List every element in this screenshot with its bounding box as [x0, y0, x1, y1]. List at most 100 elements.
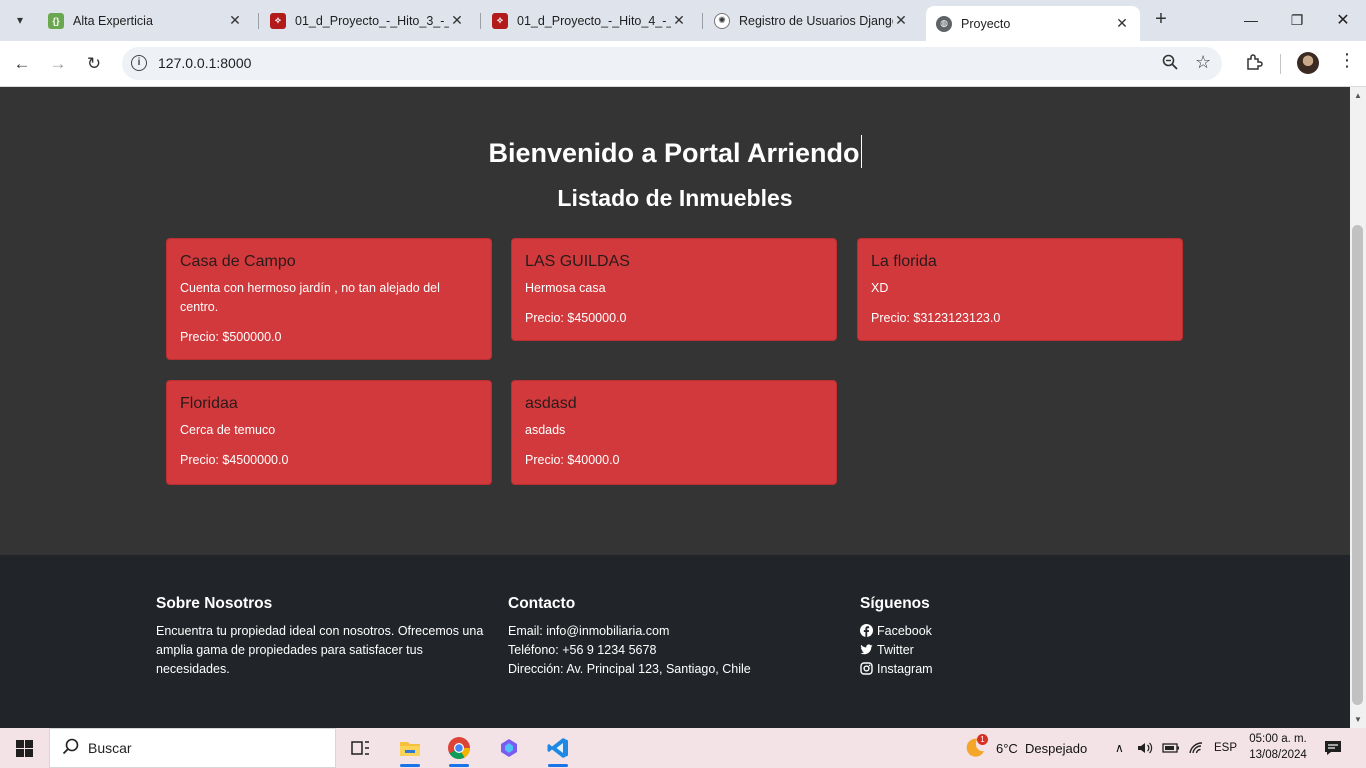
tab-strip: ▾ {} Alta Experticia ✕ ⟡ 01_d_Proyecto_-… — [0, 0, 1366, 41]
footer-contact: Contacto Email: info@inmobiliaria.com Te… — [508, 595, 848, 679]
page-title: Bienvenido a Portal Arriendo — [0, 135, 1350, 169]
back-button[interactable]: ← — [8, 50, 36, 78]
tab-proyecto[interactable]: ◍ Proyecto ✕ — [926, 6, 1140, 41]
profile-avatar[interactable] — [1297, 52, 1319, 74]
tab-search-button[interactable]: ▾ — [7, 7, 33, 33]
property-card[interactable]: Casa de Campo Cuenta con hermoso jardín … — [166, 238, 492, 360]
facebook-icon — [860, 624, 873, 637]
footer-about-text: Encuentra tu propiedad ideal con nosotro… — [156, 624, 484, 676]
windows-taskbar: Buscar 1 6°C Despejado ∧ ESP 05:00 a. m.… — [0, 728, 1366, 768]
property-name: Casa de Campo — [180, 253, 296, 270]
scrollbar-thumb[interactable] — [1352, 225, 1363, 705]
property-price: Precio: $3123123123.0 — [871, 311, 1001, 325]
footer-social-heading: Síguenos — [860, 595, 930, 612]
close-tab-icon[interactable]: ✕ — [893, 12, 909, 29]
main-section: Bienvenido a Portal Arriendo Listado de … — [0, 87, 1350, 555]
weather-moon-icon: 1 — [963, 734, 988, 760]
active-app-indicator — [449, 764, 469, 767]
zoom-icon[interactable] — [1162, 54, 1178, 74]
property-description: Cuenta con hermoso jardín , no tan aleja… — [180, 281, 440, 314]
active-app-indicator — [548, 764, 568, 767]
tab-alta-experticia[interactable]: {} Alta Experticia ✕ — [38, 6, 253, 35]
footer-social: Síguenos Facebook Twitter Instagram — [860, 595, 1160, 679]
tab-separator — [258, 13, 259, 29]
pdf-icon: ⟡ — [270, 12, 286, 29]
property-price: Precio: $4500000.0 — [180, 453, 289, 467]
web-page: Bienvenido a Portal Arriendo Listado de … — [0, 87, 1350, 728]
property-name: La florida — [871, 253, 937, 270]
tab-separator — [702, 13, 703, 29]
close-tab-icon[interactable]: ✕ — [449, 12, 465, 29]
property-price: Precio: $450000.0 — [525, 311, 627, 325]
active-app-indicator — [400, 764, 420, 767]
twitter-link[interactable]: Twitter — [860, 641, 1160, 660]
property-price: Precio: $500000.0 — [180, 330, 282, 344]
footer-address: Dirección: Av. Principal 123, Santiago, … — [508, 662, 751, 676]
text-caret — [860, 135, 862, 168]
property-name: Floridaa — [180, 395, 238, 412]
copilot-icon[interactable] — [494, 733, 524, 763]
footer-contact-heading: Contacto — [508, 595, 576, 612]
forward-button[interactable]: → — [44, 50, 72, 78]
footer-about: Sobre Nosotros Encuentra tu propiedad id… — [156, 595, 496, 679]
taskbar-search[interactable]: Buscar — [49, 728, 336, 768]
tab-hito-3-pdf[interactable]: ⟡ 01_d_Proyecto_-_Hito_3_-_C ✕ — [260, 6, 475, 35]
task-view-icon[interactable] — [345, 733, 375, 763]
vscode-icon[interactable] — [543, 733, 573, 767]
close-window-button[interactable]: ✕ — [1320, 7, 1366, 33]
minimize-button[interactable]: — — [1228, 7, 1274, 33]
property-price: Precio: $40000.0 — [525, 453, 620, 467]
close-tab-icon[interactable]: ✕ — [227, 12, 243, 29]
facebook-link[interactable]: Facebook — [860, 622, 1160, 641]
address-bar[interactable]: i 127.0.0.1:8000 ☆ — [122, 47, 1222, 80]
search-icon — [62, 738, 80, 761]
menu-kebab-icon[interactable]: ⋮ — [1338, 50, 1356, 71]
chatgpt-icon: ✺ — [714, 12, 730, 29]
footer-phone: Teléfono: +56 9 1234 5678 — [508, 643, 657, 657]
close-tab-icon[interactable]: ✕ — [671, 12, 687, 29]
property-card[interactable]: asdasd asdads Precio: $40000.0 — [511, 380, 837, 485]
toolbar-divider — [1280, 54, 1281, 74]
page-subtitle: Listado de Inmuebles — [557, 185, 793, 211]
wifi-icon[interactable] — [1188, 728, 1204, 768]
page-scrollbar[interactable]: ▲ ▼ — [1350, 87, 1366, 728]
property-card[interactable]: LAS GUILDAS Hermosa casa Precio: $450000… — [511, 238, 837, 341]
url-text[interactable]: 127.0.0.1:8000 — [158, 55, 251, 71]
globe-icon: ◍ — [936, 15, 952, 32]
restore-button[interactable]: ❐ — [1274, 7, 1320, 33]
property-description: asdads — [525, 423, 566, 437]
reload-button[interactable]: ↻ — [80, 50, 108, 78]
weather-widget[interactable]: 1 6°C Despejado — [963, 728, 1087, 768]
close-tab-icon[interactable]: ✕ — [1114, 15, 1130, 32]
tab-hito-4-pdf[interactable]: ⟡ 01_d_Proyecto_-_Hito_4_-_C ✕ — [482, 6, 697, 35]
site-info-icon[interactable]: i — [131, 55, 147, 71]
property-card[interactable]: La florida XD Precio: $3123123123.0 — [857, 238, 1183, 341]
bookmark-star-icon[interactable]: ☆ — [1195, 52, 1211, 73]
battery-icon[interactable] — [1162, 728, 1180, 768]
scroll-down-arrow-icon[interactable]: ▼ — [1354, 715, 1362, 724]
pdf-icon: ⟡ — [492, 12, 508, 29]
file-explorer-icon[interactable] — [395, 733, 425, 767]
property-card[interactable]: Floridaa Cerca de temuco Precio: $450000… — [166, 380, 492, 485]
volume-icon[interactable] — [1137, 728, 1153, 768]
instagram-icon — [860, 662, 873, 675]
extensions-icon[interactable] — [1245, 53, 1263, 76]
language-indicator[interactable]: ESP — [1214, 728, 1237, 768]
json-favicon-icon: {} — [48, 12, 64, 29]
new-tab-button[interactable]: + — [1150, 9, 1172, 31]
tab-registro-usuarios[interactable]: ✺ Registro de Usuarios Django ✕ — [704, 6, 919, 35]
notifications-icon[interactable] — [1324, 728, 1342, 768]
property-description: XD — [871, 281, 889, 295]
footer-about-heading: Sobre Nosotros — [156, 595, 273, 612]
instagram-link[interactable]: Instagram — [860, 660, 1160, 679]
footer-email: Email: info@inmobiliaria.com — [508, 624, 670, 638]
twitter-icon — [860, 643, 873, 656]
property-description: Cerca de temuco — [180, 423, 276, 437]
scroll-up-arrow-icon[interactable]: ▲ — [1354, 91, 1362, 100]
tray-chevron-icon[interactable]: ∧ — [1115, 728, 1124, 768]
system-clock[interactable]: 05:00 a. m. 13/08/2024 — [1243, 731, 1313, 763]
browser-toolbar: ← → ↻ i 127.0.0.1:8000 ☆ ⋮ — [0, 41, 1366, 87]
tab-separator — [480, 13, 481, 29]
windows-start-icon[interactable] — [16, 740, 33, 757]
chrome-icon[interactable] — [444, 733, 474, 767]
